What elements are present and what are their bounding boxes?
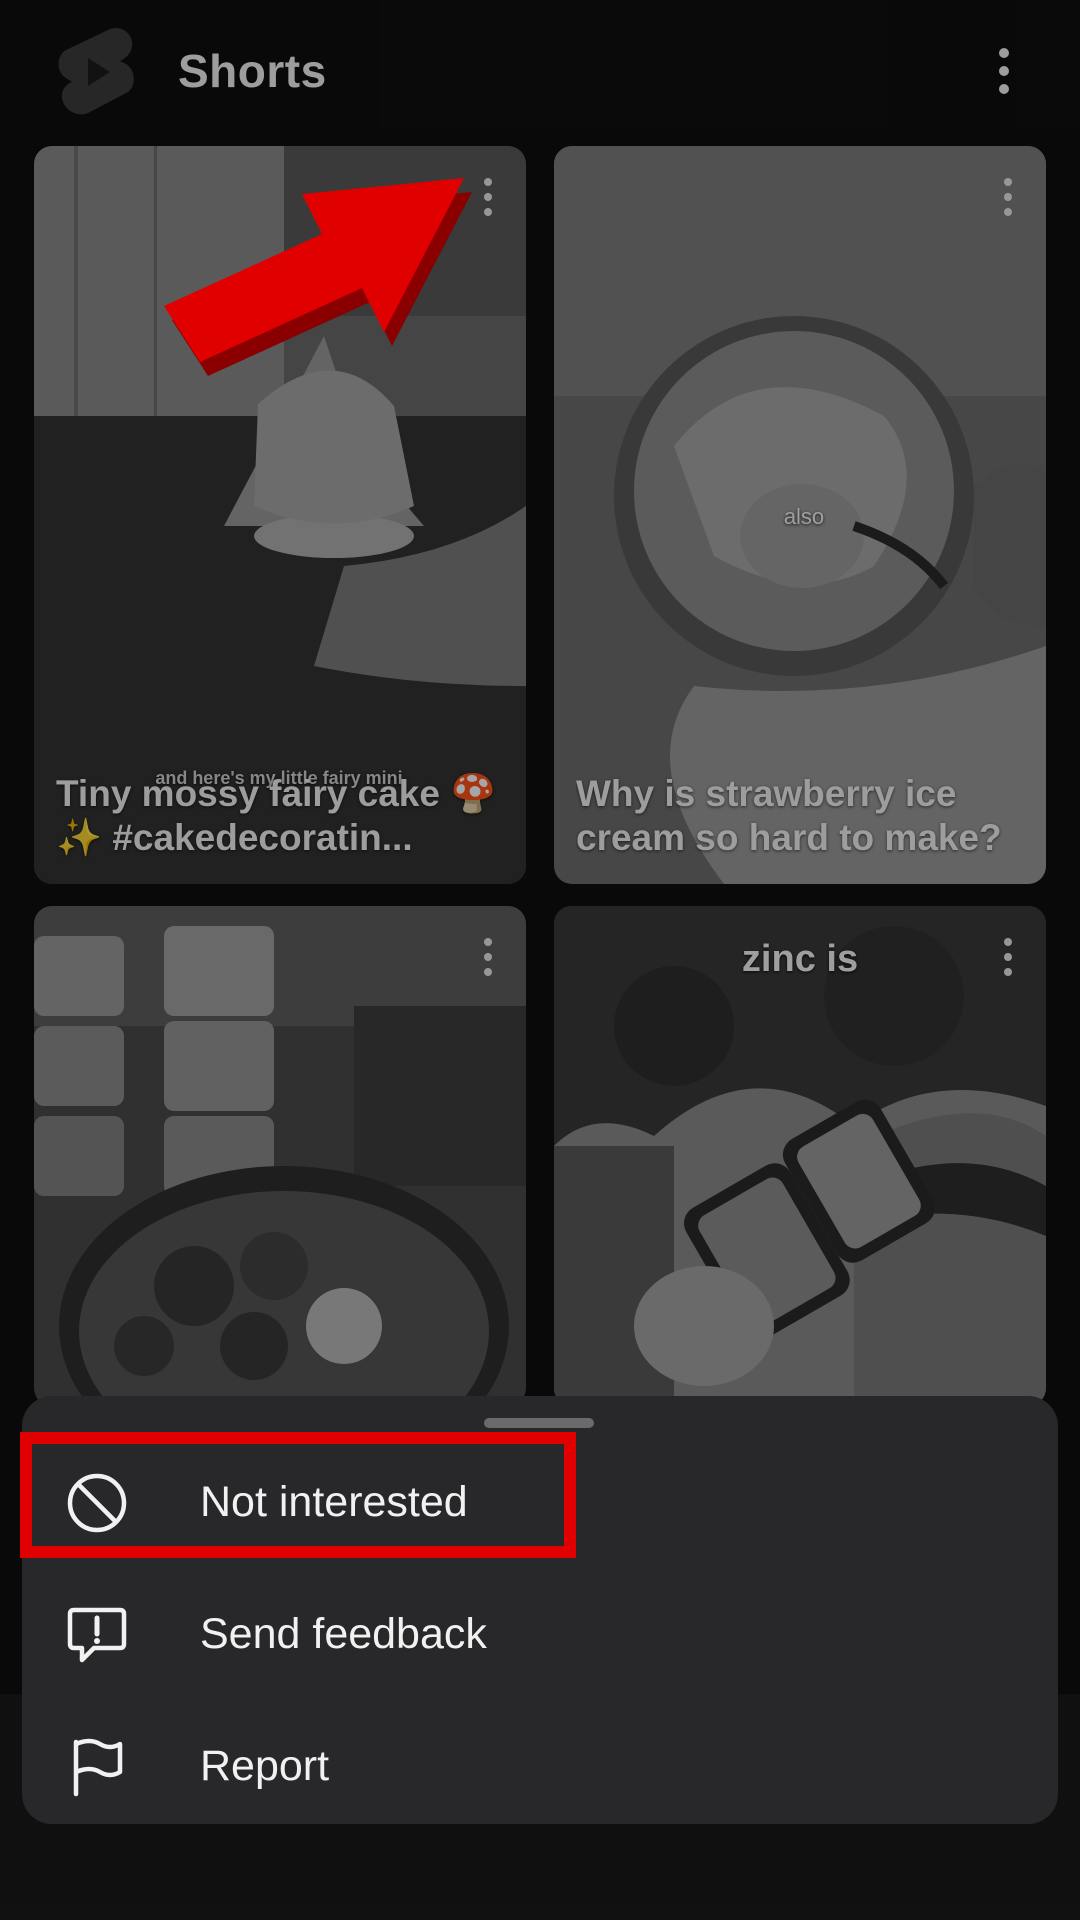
page-title: Shorts [178, 45, 327, 97]
feedback-icon [67, 1607, 127, 1663]
header-bar: Shorts [0, 0, 1080, 140]
short-card[interactable]: also Why is strawberry ice cream so hard… [554, 146, 1046, 884]
block-icon [67, 1473, 127, 1533]
shorts-feed-page: Shorts and here's my little fairy mini T… [0, 0, 1080, 1920]
more-vert-icon[interactable] [998, 936, 1018, 980]
not-interested-option[interactable]: Not interested [22, 1436, 1058, 1568]
shorts-logo-icon[interactable] [56, 26, 136, 118]
more-vert-icon[interactable] [478, 176, 498, 220]
send-feedback-option[interactable]: Send feedback [22, 1568, 1058, 1700]
caption-overlay: zinc is [741, 938, 859, 980]
report-option[interactable]: Report [22, 1700, 1058, 1832]
short-thumbnail [34, 906, 526, 1406]
caption-overlay: also [783, 504, 825, 529]
drag-handle[interactable] [484, 1418, 594, 1428]
short-card[interactable]: zinc is [554, 906, 1046, 1406]
option-label: Send feedback [200, 1610, 487, 1658]
short-title: Tiny mossy fairy cake 🍄✨ #cakedecoratin.… [56, 773, 497, 858]
more-vert-icon[interactable] [478, 936, 498, 980]
short-card[interactable] [34, 906, 526, 1406]
more-vert-icon[interactable] [998, 176, 1018, 220]
short-card[interactable]: and here's my little fairy mini Tiny mos… [34, 146, 526, 884]
options-bottom-sheet: Not interested Send feedback Report [22, 1396, 1058, 1824]
option-label: Not interested [200, 1478, 468, 1526]
option-label: Report [200, 1742, 330, 1790]
more-vert-icon[interactable] [990, 44, 1018, 100]
short-thumbnail [554, 906, 1046, 1406]
flag-icon [73, 1738, 123, 1797]
short-title: Why is strawberry ice cream so hard to m… [576, 773, 1002, 858]
